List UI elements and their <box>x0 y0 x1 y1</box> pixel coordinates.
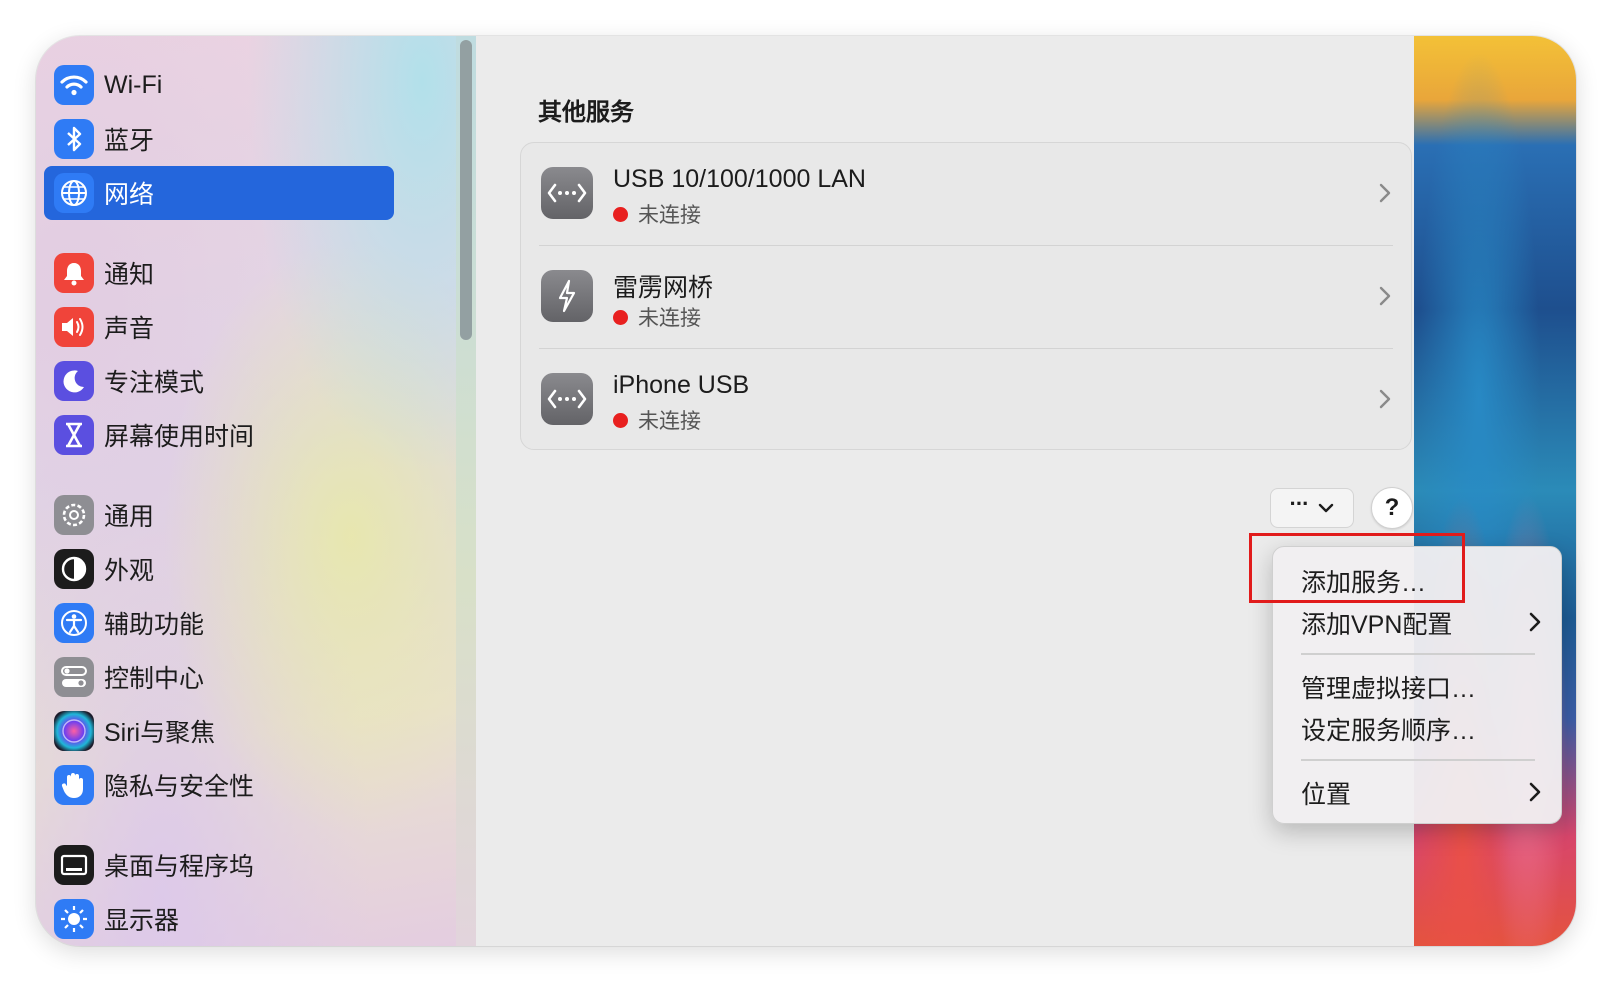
service-status: 未连接 <box>613 199 701 229</box>
status-text: 未连接 <box>638 204 701 227</box>
siri-icon <box>54 711 94 751</box>
services-list: USB 10/100/1000 LAN 未连接 雷雳网桥 未连接 iPhone … <box>520 142 1412 450</box>
ethernet-icon <box>541 167 593 219</box>
sidebar-item-label: 网络 <box>104 181 155 209</box>
thunderbolt-icon <box>541 270 593 322</box>
status-dot <box>613 412 628 428</box>
service-name: 雷雳网桥 <box>613 274 714 302</box>
sidebar-item-control-center[interactable]: 控制中心 <box>44 650 394 704</box>
sidebar-item-wifi[interactable]: Wi-Fi <box>44 58 394 112</box>
more-actions-button[interactable]: ··· <box>1270 488 1354 528</box>
globe-icon <box>54 173 94 213</box>
sidebar-item-desktop-dock[interactable]: 桌面与程序坞 <box>44 838 394 892</box>
sidebar-item-label: 蓝牙 <box>104 127 155 155</box>
menu-item-manage-virtual-interfaces[interactable]: 管理虚拟接口… <box>1273 665 1561 707</box>
dock-icon <box>54 845 94 885</box>
sidebar-item-label: Wi-Fi <box>104 70 163 99</box>
sidebar-item-displays[interactable]: 显示器 <box>44 892 394 946</box>
service-name: iPhone USB <box>613 371 750 399</box>
menu-item-add-vpn[interactable]: 添加VPN配置 <box>1273 601 1561 643</box>
sidebar-item-privacy[interactable]: 隐私与安全性 <box>44 758 394 812</box>
sidebar-item-label: 通知 <box>104 261 155 289</box>
chevron-right-icon <box>1529 612 1541 632</box>
status-text: 未连接 <box>638 410 701 433</box>
bluetooth-icon <box>54 119 94 159</box>
wifi-icon <box>54 65 94 105</box>
sidebar-item-label: 声音 <box>104 315 155 343</box>
sidebar-item-label: 专注模式 <box>104 369 205 397</box>
menu-item-label: 管理虚拟接口… <box>1301 675 1477 703</box>
sidebar: Wi-Fi 蓝牙 网络 通知 声音 专注模式 屏幕使用时间 通用 外观 辅助功能… <box>36 36 456 946</box>
sidebar-item-label: Siri与聚焦 <box>104 719 216 747</box>
accessibility-icon <box>54 603 94 643</box>
appearance-icon <box>54 549 94 589</box>
chevron-right-icon <box>1379 183 1391 203</box>
sidebar-item-accessibility[interactable]: 辅助功能 <box>44 596 394 650</box>
chevron-right-icon <box>1379 286 1391 306</box>
ethernet-icon <box>541 373 593 425</box>
sidebar-item-screen-time[interactable]: 屏幕使用时间 <box>44 408 394 462</box>
service-row-thunderbolt-bridge[interactable]: 雷雳网桥 未连接 <box>521 246 1411 348</box>
sidebar-item-label: 辅助功能 <box>104 611 205 639</box>
speaker-icon <box>54 307 94 347</box>
help-button[interactable]: ? <box>1371 487 1413 529</box>
sidebar-item-notifications[interactable]: 通知 <box>44 246 394 300</box>
sidebar-item-general[interactable]: 通用 <box>44 488 394 542</box>
chevron-right-icon <box>1379 389 1391 409</box>
menu-separator <box>1301 653 1535 655</box>
sidebar-item-label: 外观 <box>104 557 155 585</box>
hand-icon <box>54 765 94 805</box>
sidebar-item-label: 控制中心 <box>104 665 205 693</box>
sidebar-item-siri[interactable]: Siri与聚焦 <box>44 704 394 758</box>
control-center-icon <box>54 657 94 697</box>
status-dot <box>613 309 628 325</box>
sidebar-item-label: 屏幕使用时间 <box>104 423 255 451</box>
section-title: 其他服务 <box>538 99 634 126</box>
sidebar-item-label: 显示器 <box>104 907 180 935</box>
service-status: 未连接 <box>613 302 701 332</box>
sidebar-item-network[interactable]: 网络 <box>44 166 394 220</box>
highlight-annotation-box <box>1249 533 1465 603</box>
bell-icon <box>54 253 94 293</box>
sidebar-item-bluetooth[interactable]: 蓝牙 <box>44 112 394 166</box>
gear-icon <box>54 495 94 535</box>
sidebar-item-sound[interactable]: 声音 <box>44 300 394 354</box>
chevron-down-icon <box>1319 503 1334 513</box>
menu-item-label: 位置 <box>1301 781 1352 809</box>
moon-icon <box>54 361 94 401</box>
sidebar-item-label: 通用 <box>104 503 155 531</box>
status-text: 未连接 <box>638 307 701 330</box>
sidebar-item-label: 隐私与安全性 <box>104 773 255 801</box>
sidebar-item-label: 桌面与程序坞 <box>104 853 255 881</box>
status-dot <box>613 206 628 222</box>
sidebar-item-focus[interactable]: 专注模式 <box>44 354 394 408</box>
service-row-usb-lan[interactable]: USB 10/100/1000 LAN 未连接 <box>521 143 1411 245</box>
menu-item-label: 设定服务顺序… <box>1301 717 1477 745</box>
chevron-right-icon <box>1529 782 1541 802</box>
sun-icon <box>54 899 94 939</box>
hourglass-icon <box>54 415 94 455</box>
service-status: 未连接 <box>613 405 701 435</box>
service-name: USB 10/100/1000 LAN <box>613 165 866 193</box>
menu-separator <box>1301 759 1535 761</box>
sidebar-item-appearance[interactable]: 外观 <box>44 542 394 596</box>
menu-item-location[interactable]: 位置 <box>1273 771 1561 813</box>
menu-item-label: 添加VPN配置 <box>1301 611 1453 639</box>
service-row-iphone-usb[interactable]: iPhone USB 未连接 <box>521 349 1411 451</box>
menu-item-set-service-order[interactable]: 设定服务顺序… <box>1273 707 1561 749</box>
ellipsis-icon: ··· <box>1289 491 1310 516</box>
sidebar-scrollbar-thumb[interactable] <box>460 40 472 340</box>
